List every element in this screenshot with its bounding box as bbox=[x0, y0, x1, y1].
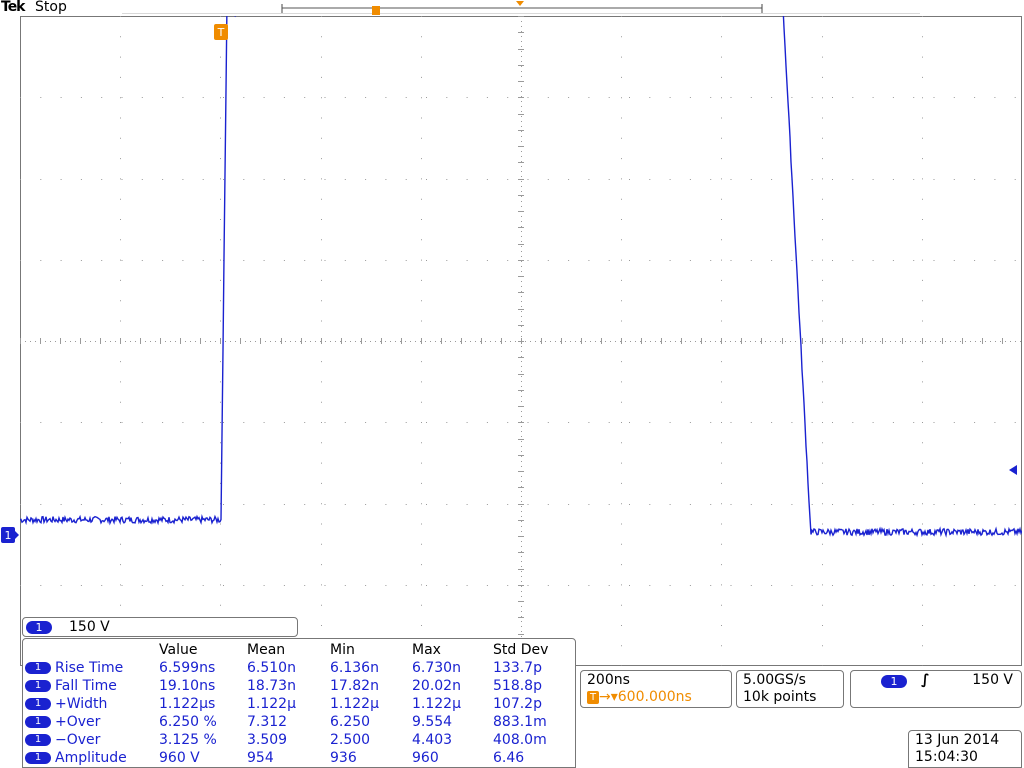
measurement-row[interactable]: 1 Rise Time 6.599ns 6.510n 6.136n 6.730n 133.7… bbox=[25, 659, 573, 677]
measurement-row[interactable]: 1 +Over 6.250 % 7.312 6.250 9.554 883.1m bbox=[25, 713, 573, 731]
measurement-label: Fall Time bbox=[55, 678, 117, 694]
measurement-mean: 6.510n bbox=[247, 660, 296, 676]
time-per-division: 200ns bbox=[587, 672, 630, 688]
tek-logo: Tek bbox=[1, 0, 25, 15]
measurement-table: Value Mean Min Max Std Dev 1 Rise Time 6.5… bbox=[25, 641, 573, 767]
date: 13 Jun 2014 bbox=[915, 732, 1000, 748]
channel-1-ground-marker[interactable]: 1 bbox=[0, 526, 20, 544]
header-max: Max bbox=[412, 642, 441, 658]
header-name bbox=[25, 641, 159, 659]
rising-edge-icon: ∫ bbox=[921, 672, 930, 688]
measurement-value: 6.250 % bbox=[159, 714, 217, 730]
trigger-readout[interactable]: 1 ∫ 150 V bbox=[850, 670, 1022, 708]
measurement-label: Rise Time bbox=[55, 660, 124, 676]
measurement-max: 6.730n bbox=[412, 660, 461, 676]
measurement-std-dev: 6.46 bbox=[493, 750, 525, 766]
measurement-mean: 954 bbox=[247, 750, 274, 766]
waveform-display[interactable]: T bbox=[20, 16, 1022, 666]
measurement-label: +Over bbox=[55, 714, 101, 730]
measurement-row[interactable]: 1 Fall Time 19.10ns 18.73n 17.82n 20.02n 518.8… bbox=[25, 677, 573, 695]
measurement-max: 9.554 bbox=[412, 714, 453, 730]
measurement-panel[interactable]: Value Mean Min Max Std Dev 1 Rise Time 6.5… bbox=[22, 638, 576, 768]
measurement-label: −Over bbox=[55, 732, 101, 748]
trigger-marker-label: T bbox=[217, 26, 225, 39]
record-length: 10k points bbox=[743, 689, 817, 705]
position-down-icon: ▾ bbox=[610, 689, 618, 705]
measurement-channel-badge: 1 bbox=[25, 752, 51, 764]
measurement-max: 1.122µ bbox=[412, 696, 461, 712]
measurement-max: 960 bbox=[412, 750, 439, 766]
measurement-name: 1 Fall Time bbox=[25, 677, 159, 695]
measurement-channel-badge: 1 bbox=[25, 698, 51, 710]
sample-rate: 5.00GS/s bbox=[743, 672, 806, 688]
measurement-mean: 7.312 bbox=[247, 714, 288, 730]
measurement-min: 936 bbox=[330, 750, 357, 766]
measurement-value: 6.599ns bbox=[159, 660, 216, 676]
measurement-channel-badge: 1 bbox=[25, 716, 51, 728]
measurement-name: 1 +Over bbox=[25, 713, 159, 731]
trigger-source-badge: 1 bbox=[881, 675, 907, 688]
record-position-marker bbox=[516, 1, 524, 6]
header-min: Min bbox=[330, 642, 355, 658]
measurement-std-dev: 408.0m bbox=[493, 732, 547, 748]
record-view-bar[interactable] bbox=[122, 0, 920, 15]
header-value: Value bbox=[159, 642, 198, 658]
top-status-bar: Tek Stop bbox=[0, 0, 1024, 16]
measurement-mean: 3.509 bbox=[247, 732, 288, 748]
measurement-label: Amplitude bbox=[55, 750, 127, 766]
measurement-name: 1 Amplitude bbox=[25, 749, 159, 767]
measurement-min: 2.500 bbox=[330, 732, 371, 748]
measurement-min: 17.82n bbox=[330, 678, 379, 694]
acquisition-state: Stop bbox=[35, 0, 67, 15]
measurement-row[interactable]: 1 Amplitude 960 V 954 936 960 6.46 bbox=[25, 749, 573, 767]
time: 15:04:30 bbox=[915, 749, 978, 765]
timebase-readout[interactable]: 200ns T →▾600.000ns bbox=[580, 670, 732, 708]
channel-1-scale-readout[interactable]: 1 150 V bbox=[22, 617, 298, 637]
channel-1-badge: 1 bbox=[26, 621, 52, 634]
arrow-right-icon: → bbox=[599, 689, 611, 705]
measurement-value: 3.125 % bbox=[159, 732, 217, 748]
measurement-std-dev: 107.2p bbox=[493, 696, 542, 712]
trigger-position-marker[interactable]: T bbox=[214, 24, 228, 40]
trigger-icon: T bbox=[587, 690, 599, 704]
measurement-name: 1 +Width bbox=[25, 695, 159, 713]
measurement-max: 20.02n bbox=[412, 678, 461, 694]
measurement-std-dev: 518.8p bbox=[493, 678, 542, 694]
measurement-min: 6.250 bbox=[330, 714, 371, 730]
measurement-channel-badge: 1 bbox=[25, 662, 51, 674]
acquisition-readout[interactable]: 5.00GS/s 10k points bbox=[736, 670, 844, 708]
measurement-value: 19.10ns bbox=[159, 678, 216, 694]
trigger-level-value: 150 V bbox=[972, 672, 1013, 688]
measurement-row[interactable]: 1 +Width 1.122µs 1.122µ 1.122µ 1.122µ 107.2p bbox=[25, 695, 573, 713]
header-mean: Mean bbox=[247, 642, 286, 658]
measurement-mean: 1.122µ bbox=[247, 696, 296, 712]
measurement-max: 4.403 bbox=[412, 732, 453, 748]
measurement-min: 6.136n bbox=[330, 660, 379, 676]
date-time-readout: 13 Jun 2014 15:04:30 bbox=[908, 730, 1022, 768]
measurement-min: 1.122µ bbox=[330, 696, 379, 712]
measurement-channel-badge: 1 bbox=[25, 734, 51, 746]
record-trigger-marker bbox=[372, 6, 380, 15]
measurement-header-row: Value Mean Min Max Std Dev bbox=[25, 641, 573, 659]
measurement-name: 1 −Over bbox=[25, 731, 159, 749]
measurement-channel-badge: 1 bbox=[25, 680, 51, 692]
measurement-value: 1.122µs bbox=[159, 696, 216, 712]
measurement-std-dev: 133.7p bbox=[493, 660, 542, 676]
measurement-row[interactable]: 1 −Over 3.125 % 3.509 2.500 4.403 408.0m bbox=[25, 731, 573, 749]
measurement-value: 960 V bbox=[159, 750, 200, 766]
ground-marker-label: 1 bbox=[5, 529, 12, 542]
horizontal-position-value: 600.000ns bbox=[617, 689, 692, 705]
measurement-std-dev: 883.1m bbox=[493, 714, 547, 730]
measurement-name: 1 Rise Time bbox=[25, 659, 159, 677]
header-std-dev: Std Dev bbox=[493, 642, 549, 658]
measurement-mean: 18.73n bbox=[247, 678, 296, 694]
channel-1-scale-value: 150 V bbox=[69, 619, 110, 635]
measurement-label: +Width bbox=[55, 696, 108, 712]
horizontal-position: T →▾600.000ns bbox=[587, 689, 692, 705]
record-view-graphic bbox=[281, 1, 763, 15]
